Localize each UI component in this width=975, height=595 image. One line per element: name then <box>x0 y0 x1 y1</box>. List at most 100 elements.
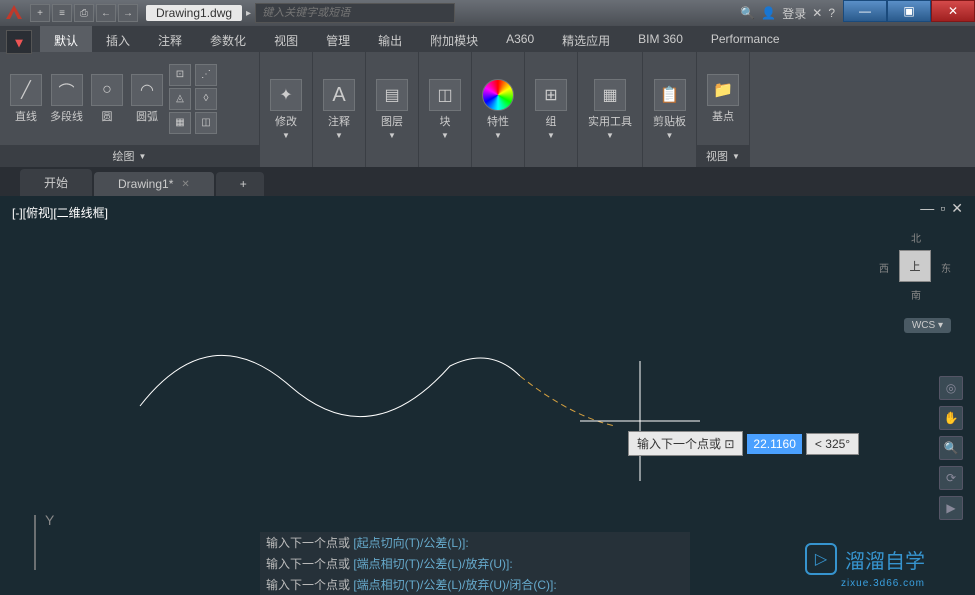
help-icon[interactable]: ? <box>828 6 835 20</box>
exchange-icon[interactable]: ✕ <box>812 6 822 20</box>
viewport-close-icon[interactable]: ✕ <box>951 200 963 217</box>
dynamic-angle-input[interactable]: < 325° <box>806 433 859 455</box>
draw-small-2[interactable]: ◬ <box>169 88 191 110</box>
dynamic-value-input[interactable]: 22.1160 <box>747 434 802 454</box>
panel-view-title[interactable]: 视图▼ <box>697 145 749 167</box>
showmotion-icon[interactable]: ▶ <box>939 496 963 520</box>
watermark-url: zixue.3d66.com <box>841 578 925 589</box>
qat-redo-icon[interactable]: → <box>118 4 138 22</box>
panel-group: ⊞组▼ <box>525 52 578 167</box>
text-icon: A <box>323 79 355 111</box>
block-button[interactable]: ◫块▼ <box>427 77 463 142</box>
doc-tab-start[interactable]: 开始 <box>20 169 92 196</box>
circle-button[interactable]: ○圆 <box>89 72 125 126</box>
qat-save-icon[interactable]: ⎙ <box>74 4 94 22</box>
tab-performance[interactable]: Performance <box>697 26 794 52</box>
spline-curve <box>130 326 650 456</box>
doc-tab-drawing1[interactable]: Drawing1*✕ <box>94 172 214 196</box>
draw-small-1[interactable]: ⊡ <box>169 64 191 86</box>
tab-parametric[interactable]: 参数化 <box>196 26 260 52</box>
quick-access-toolbar: + ≡ ⎙ ← → <box>30 4 138 22</box>
orbit-icon[interactable]: ⟳ <box>939 466 963 490</box>
add-tab-button[interactable]: + <box>216 172 264 196</box>
tab-addins[interactable]: 附加模块 <box>416 26 492 52</box>
minimize-button[interactable]: — <box>843 0 887 22</box>
maximize-button[interactable]: ▣ <box>887 0 931 22</box>
clipboard-button[interactable]: 📋剪贴板▼ <box>651 77 688 142</box>
panel-draw: ╱直线 ⌒多段线 ○圆 ◠圆弧 ⊡ ◬ ▦ ⋰ ◊ ◫ 绘图▼ <box>0 52 260 167</box>
zoom-icon[interactable]: 🔍 <box>939 436 963 460</box>
user-icon[interactable]: 👤 <box>761 6 776 20</box>
app-menu-button[interactable]: ▾ <box>6 30 32 54</box>
viewport-controls: — ▫ ✕ <box>920 200 963 217</box>
tab-manage[interactable]: 管理 <box>312 26 364 52</box>
panel-properties: 特性▼ <box>472 52 525 167</box>
drawing-canvas[interactable]: [-][俯视][二维线框] — ▫ ✕ 北 南 东 西 上 WCS ▾ ◎ ✋ … <box>0 196 975 595</box>
draw-small-6[interactable]: ◫ <box>195 112 217 134</box>
group-button[interactable]: ⊞组▼ <box>533 77 569 142</box>
panel-clipboard: 📋剪贴板▼ <box>643 52 697 167</box>
dynamic-input: 输入下一个点或 ⊡ 22.1160 < 325° <box>628 431 859 456</box>
polyline-icon: ⌒ <box>51 74 83 106</box>
viewcube-north[interactable]: 北 <box>911 230 921 245</box>
polyline-button[interactable]: ⌒多段线 <box>48 72 85 126</box>
dropdown-icon[interactable]: ⊡ <box>724 437 734 451</box>
command-history: 输入下一个点或 [起点切向(T)/公差(L)]: 输入下一个点或 [端点相切(T… <box>260 532 690 595</box>
modify-button[interactable]: ✦修改▼ <box>268 77 304 142</box>
wcs-dropdown[interactable]: WCS ▾ <box>904 318 951 333</box>
steering-wheel-icon[interactable]: ◎ <box>939 376 963 400</box>
tab-view[interactable]: 视图 <box>260 26 312 52</box>
viewport-minimize-icon[interactable]: — <box>920 200 934 217</box>
watermark-text: 溜溜自学 <box>845 545 925 574</box>
panel-annotate: A注释▼ <box>313 52 366 167</box>
viewcube-east[interactable]: 东 <box>941 260 951 275</box>
basepoint-button[interactable]: 📁基点 <box>705 72 741 126</box>
panel-utilities: ▦实用工具▼ <box>578 52 643 167</box>
login-link[interactable]: 登录 <box>782 5 806 22</box>
panel-draw-title[interactable]: 绘图▼ <box>0 145 259 167</box>
line-button[interactable]: ╱直线 <box>8 72 44 126</box>
layer-button[interactable]: ▤图层▼ <box>374 77 410 142</box>
tab-annotate[interactable]: 注释 <box>144 26 196 52</box>
color-wheel-icon <box>482 79 514 111</box>
tab-bim360[interactable]: BIM 360 <box>624 26 697 52</box>
close-tab-icon[interactable]: ✕ <box>181 179 189 190</box>
infocenter-icon[interactable]: 🔍 <box>740 6 755 20</box>
properties-button[interactable]: 特性▼ <box>480 77 516 142</box>
close-button[interactable]: ✕ <box>931 0 975 22</box>
tab-featured[interactable]: 精选应用 <box>548 26 624 52</box>
search-input[interactable] <box>255 3 455 23</box>
arc-button[interactable]: ◠圆弧 <box>129 72 165 126</box>
viewcube[interactable]: 北 南 东 西 上 <box>875 226 955 306</box>
line-icon: ╱ <box>10 74 42 106</box>
draw-small-5[interactable]: ◊ <box>195 88 217 110</box>
crosshair-cursor <box>580 361 700 481</box>
draw-small-4[interactable]: ⋰ <box>195 64 217 86</box>
panel-block: ◫块▼ <box>419 52 472 167</box>
qat-open-icon[interactable]: ≡ <box>52 4 72 22</box>
arc-icon: ◠ <box>131 74 163 106</box>
draw-small-3[interactable]: ▦ <box>169 112 191 134</box>
cmd-line-2: 输入下一个点或 [端点相切(T)/公差(L)/放弃(U)]: <box>260 553 690 574</box>
title-dropdown-icon[interactable]: ▸ <box>246 8 251 19</box>
qat-new-icon[interactable]: + <box>30 4 50 22</box>
tab-output[interactable]: 输出 <box>364 26 416 52</box>
viewcube-south[interactable]: 南 <box>911 287 921 302</box>
pan-icon[interactable]: ✋ <box>939 406 963 430</box>
ucs-icon[interactable]: Y <box>20 510 80 585</box>
block-icon: ◫ <box>429 79 461 111</box>
viewport-restore-icon[interactable]: ▫ <box>940 200 945 217</box>
app-logo-icon <box>4 3 24 23</box>
tab-insert[interactable]: 插入 <box>92 26 144 52</box>
chevron-down-icon: ▼ <box>139 152 147 161</box>
panel-view: 📁基点 视图▼ <box>697 52 750 167</box>
viewcube-top-face[interactable]: 上 <box>899 250 931 282</box>
tab-a360[interactable]: A360 <box>492 26 548 52</box>
utilities-button[interactable]: ▦实用工具▼ <box>586 77 634 142</box>
viewport-label[interactable]: [-][俯视][二维线框] <box>12 204 108 221</box>
text-button[interactable]: A注释▼ <box>321 77 357 142</box>
ribbon-tabs: 默认 插入 注释 参数化 视图 管理 输出 附加模块 A360 精选应用 BIM… <box>0 26 975 52</box>
viewcube-west[interactable]: 西 <box>879 260 889 275</box>
qat-undo-icon[interactable]: ← <box>96 4 116 22</box>
tab-default[interactable]: 默认 <box>40 26 92 52</box>
